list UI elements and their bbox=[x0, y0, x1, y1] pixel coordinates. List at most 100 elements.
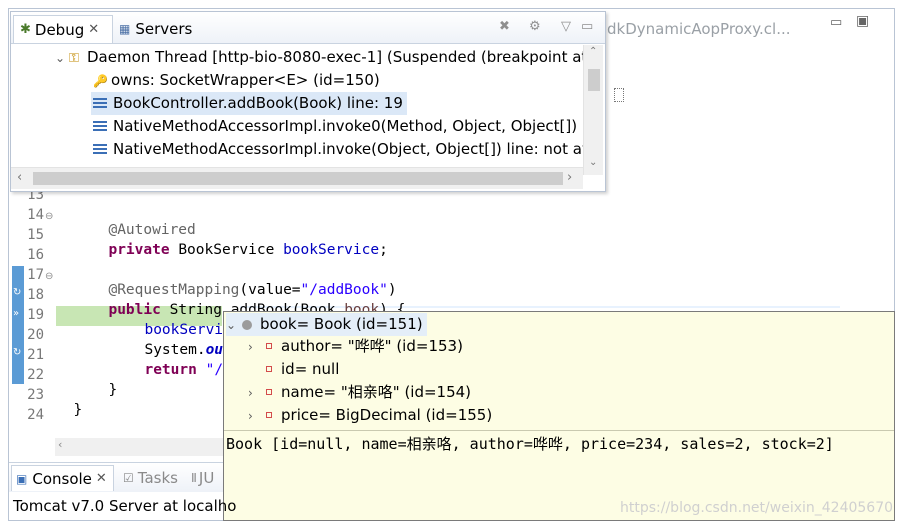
chevron-down-icon[interactable]: ⌄ bbox=[226, 314, 240, 337]
console-icon: ▣ bbox=[16, 471, 28, 486]
tab-servers[interactable]: ▦ Servers bbox=[115, 15, 225, 43]
code-line-22: } bbox=[91, 366, 117, 398]
tab-label: JU bbox=[198, 469, 215, 487]
console-tabbar: ▣ Console ✕ ☑ Tasks Ⅱ JU bbox=[9, 462, 223, 492]
debug-horizontal-scrollbar[interactable]: ‹ › bbox=[11, 167, 583, 189]
scroll-left-icon[interactable]: ‹ bbox=[58, 438, 62, 451]
tab-label: Tasks bbox=[137, 469, 178, 487]
close-icon[interactable]: ✕ bbox=[88, 22, 99, 37]
close-icon[interactable]: ✕ bbox=[96, 471, 107, 486]
owns-label: owns: SocketWrapper<E> (id=150) bbox=[111, 71, 380, 89]
field-label: price= BigDecimal (id=155) bbox=[281, 406, 493, 424]
punct: ; bbox=[379, 242, 388, 258]
scroll-left-icon[interactable]: ‹ bbox=[17, 170, 22, 185]
debug-view-panel: ✱ Debug ✕ ▦ Servers ✖ ⚙ ▽ ▭ ⌄ ⚿ Daemon Thr… bbox=[10, 11, 606, 192]
tab-label: Console bbox=[32, 469, 92, 488]
breakpoint-arrow-icon[interactable]: ↻ bbox=[13, 287, 21, 298]
scroll-right-icon[interactable]: › bbox=[567, 170, 572, 185]
chevron-down-icon[interactable]: ⌄ bbox=[55, 47, 69, 70]
keyword: return bbox=[144, 362, 197, 378]
line-number: 14 bbox=[27, 207, 44, 223]
line-number: 17 bbox=[27, 267, 44, 283]
tab-junit[interactable]: Ⅱ JU bbox=[191, 465, 214, 491]
instruction-pointer-icon: » bbox=[13, 308, 20, 319]
tab-label: Servers bbox=[135, 20, 193, 38]
stack-frame-icon bbox=[93, 98, 107, 109]
code-text: } bbox=[108, 382, 118, 398]
maximize-icon[interactable]: ▣ bbox=[856, 13, 869, 29]
chevron-right-icon[interactable]: › bbox=[248, 405, 262, 428]
stack-frame-row[interactable]: BookController.addBook(Book) line: 19 bbox=[91, 92, 407, 115]
fold-toggle-icon[interactable]: ⊖ bbox=[45, 271, 53, 282]
editor-ruler-mark bbox=[614, 88, 624, 102]
popup-divider bbox=[224, 430, 894, 431]
owns-node[interactable]: 🔑 owns: SocketWrapper<E> (id=150) bbox=[93, 69, 380, 92]
field-label: author= "哗哗" (id=153) bbox=[281, 337, 463, 355]
scroll-up-icon[interactable]: ⌃ bbox=[589, 46, 597, 57]
chevron-right-icon[interactable]: › bbox=[248, 382, 262, 405]
stack-frame-icon bbox=[93, 121, 107, 132]
thread-node[interactable]: ⌄ ⚿ Daemon Thread [http-bio-8080-exec-1] (… bbox=[55, 46, 587, 69]
stack-frame-label: BookController.addBook(Book) line: 19 bbox=[113, 94, 403, 112]
line-number: 23 bbox=[27, 387, 44, 403]
console-server-line: Tomcat v7.0 Server at localho bbox=[13, 497, 237, 515]
editor-tab-title[interactable]: dkDynamicAopProxy.cl... bbox=[607, 20, 791, 38]
thread-label: Daemon Thread [http-bio-8080-exec-1] (Su… bbox=[87, 48, 588, 66]
key-icon: 🔑 bbox=[93, 74, 108, 88]
line-number: 20 bbox=[27, 327, 44, 343]
stack-frame-row[interactable]: NativeMethodAccessorImpl.invoke(Object, … bbox=[93, 138, 600, 161]
breakpoint-arrow-icon[interactable]: ↻ bbox=[13, 347, 21, 358]
scroll-down-icon[interactable]: ⌄ bbox=[589, 157, 597, 168]
minimize-icon[interactable]: ▭ bbox=[830, 15, 842, 30]
tasks-icon: ☑ bbox=[123, 471, 134, 485]
line-number: 16 bbox=[27, 247, 44, 263]
line-number: 24 bbox=[27, 407, 44, 423]
field-row[interactable]: › price= BigDecimal (id=155) bbox=[248, 404, 492, 427]
remove-terminated-icon[interactable]: ✖ bbox=[499, 19, 510, 34]
tab-console[interactable]: ▣ Console ✕ bbox=[11, 465, 114, 491]
editor-horizontal-scrollbar[interactable]: ‹ bbox=[55, 438, 223, 456]
variable-hover-popup: ⌄ book= Book (id=151) › author= "哗哗" (id=1… bbox=[223, 311, 895, 521]
field-row[interactable]: › name= "相亲咯" (id=154) bbox=[248, 381, 471, 404]
field-row[interactable]: id= null bbox=[248, 358, 339, 381]
private-field-icon bbox=[266, 342, 272, 349]
stack-frame-label: NativeMethodAccessorImpl.invoke0(Method,… bbox=[113, 117, 591, 135]
line-number: 19 bbox=[27, 307, 44, 323]
field-row[interactable]: › author= "哗哗" (id=153) bbox=[248, 335, 463, 358]
variable-detail-text[interactable]: Book [id=null, name=相亲咯, author=哗哗, pric… bbox=[226, 433, 834, 454]
code-line-23: } bbox=[56, 386, 82, 418]
line-number: 15 bbox=[27, 227, 44, 243]
tab-tasks[interactable]: ☑ Tasks bbox=[123, 465, 178, 491]
line-number: 22 bbox=[27, 367, 44, 383]
variable-root-row[interactable]: ⌄ book= Book (id=151) bbox=[226, 313, 427, 336]
private-field-icon bbox=[266, 388, 272, 395]
connect-icon[interactable]: ⚙ bbox=[529, 19, 541, 34]
view-menu-icon[interactable]: ▽ bbox=[561, 19, 571, 34]
private-field-icon bbox=[266, 411, 272, 418]
minimize-icon[interactable]: ▭ bbox=[581, 19, 593, 34]
debug-vertical-scrollbar[interactable]: ⌃ ⌄ bbox=[583, 45, 603, 175]
tab-debug[interactable]: ✱ Debug ✕ bbox=[13, 15, 113, 43]
private-field-icon bbox=[266, 365, 272, 372]
keyword: private bbox=[108, 242, 170, 258]
variable-root-label: book= Book (id=151) bbox=[260, 315, 423, 333]
code-text: } bbox=[73, 402, 83, 418]
stack-frame-icon bbox=[93, 144, 107, 155]
code-line-15: private BookService bookService; bbox=[91, 226, 388, 258]
stack-frame-row[interactable]: NativeMethodAccessorImpl.invoke0(Method,… bbox=[93, 115, 590, 138]
servers-icon: ▦ bbox=[119, 22, 131, 36]
bug-icon: ✱ bbox=[20, 22, 31, 37]
editor-minmax-controls[interactable]: ▭ ▣ bbox=[830, 13, 878, 35]
stack-frame-label: NativeMethodAccessorImpl.invoke(Object, … bbox=[113, 140, 601, 158]
variable-icon bbox=[242, 320, 252, 330]
type-name: BookService bbox=[178, 242, 275, 258]
fold-toggle-icon[interactable]: ⊖ bbox=[45, 211, 53, 222]
tab-label: Debug bbox=[34, 20, 85, 39]
chevron-right-icon[interactable]: › bbox=[248, 336, 262, 359]
console-output[interactable]: Tomcat v7.0 Server at localho bbox=[9, 492, 236, 520]
junit-icon: Ⅱ bbox=[191, 471, 197, 485]
field-name: bookService bbox=[283, 242, 380, 258]
scroll-thumb[interactable] bbox=[588, 69, 600, 91]
field-label: name= "相亲咯" (id=154) bbox=[281, 383, 472, 401]
scroll-thumb[interactable] bbox=[33, 172, 563, 185]
